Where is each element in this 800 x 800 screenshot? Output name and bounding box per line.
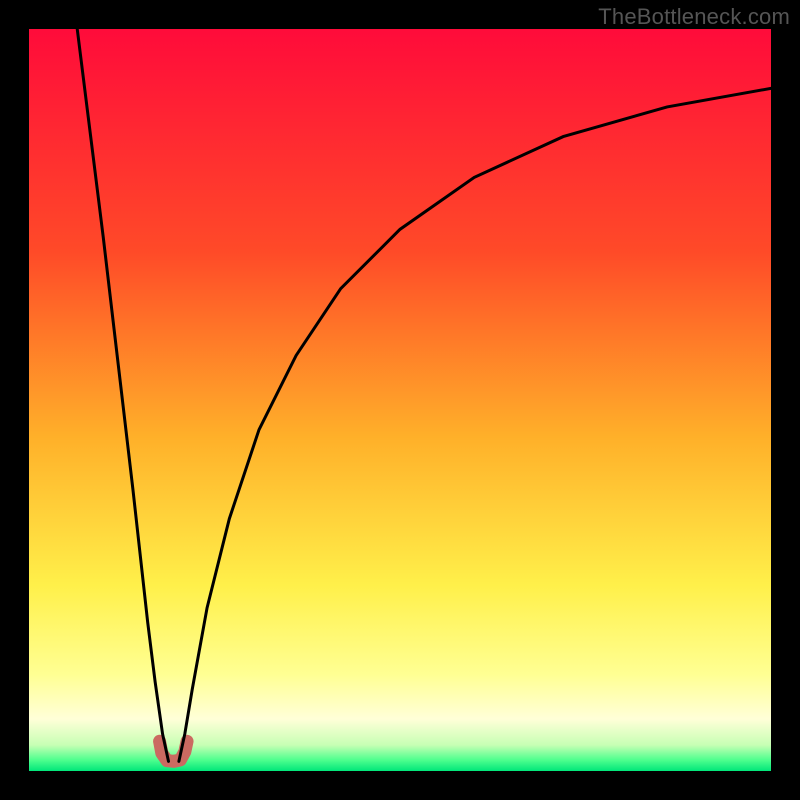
watermark-text: TheBottleneck.com [598,4,790,30]
gradient-background [29,29,771,771]
chart-svg [29,29,771,771]
plot-area [29,29,771,771]
chart-frame: TheBottleneck.com [0,0,800,800]
